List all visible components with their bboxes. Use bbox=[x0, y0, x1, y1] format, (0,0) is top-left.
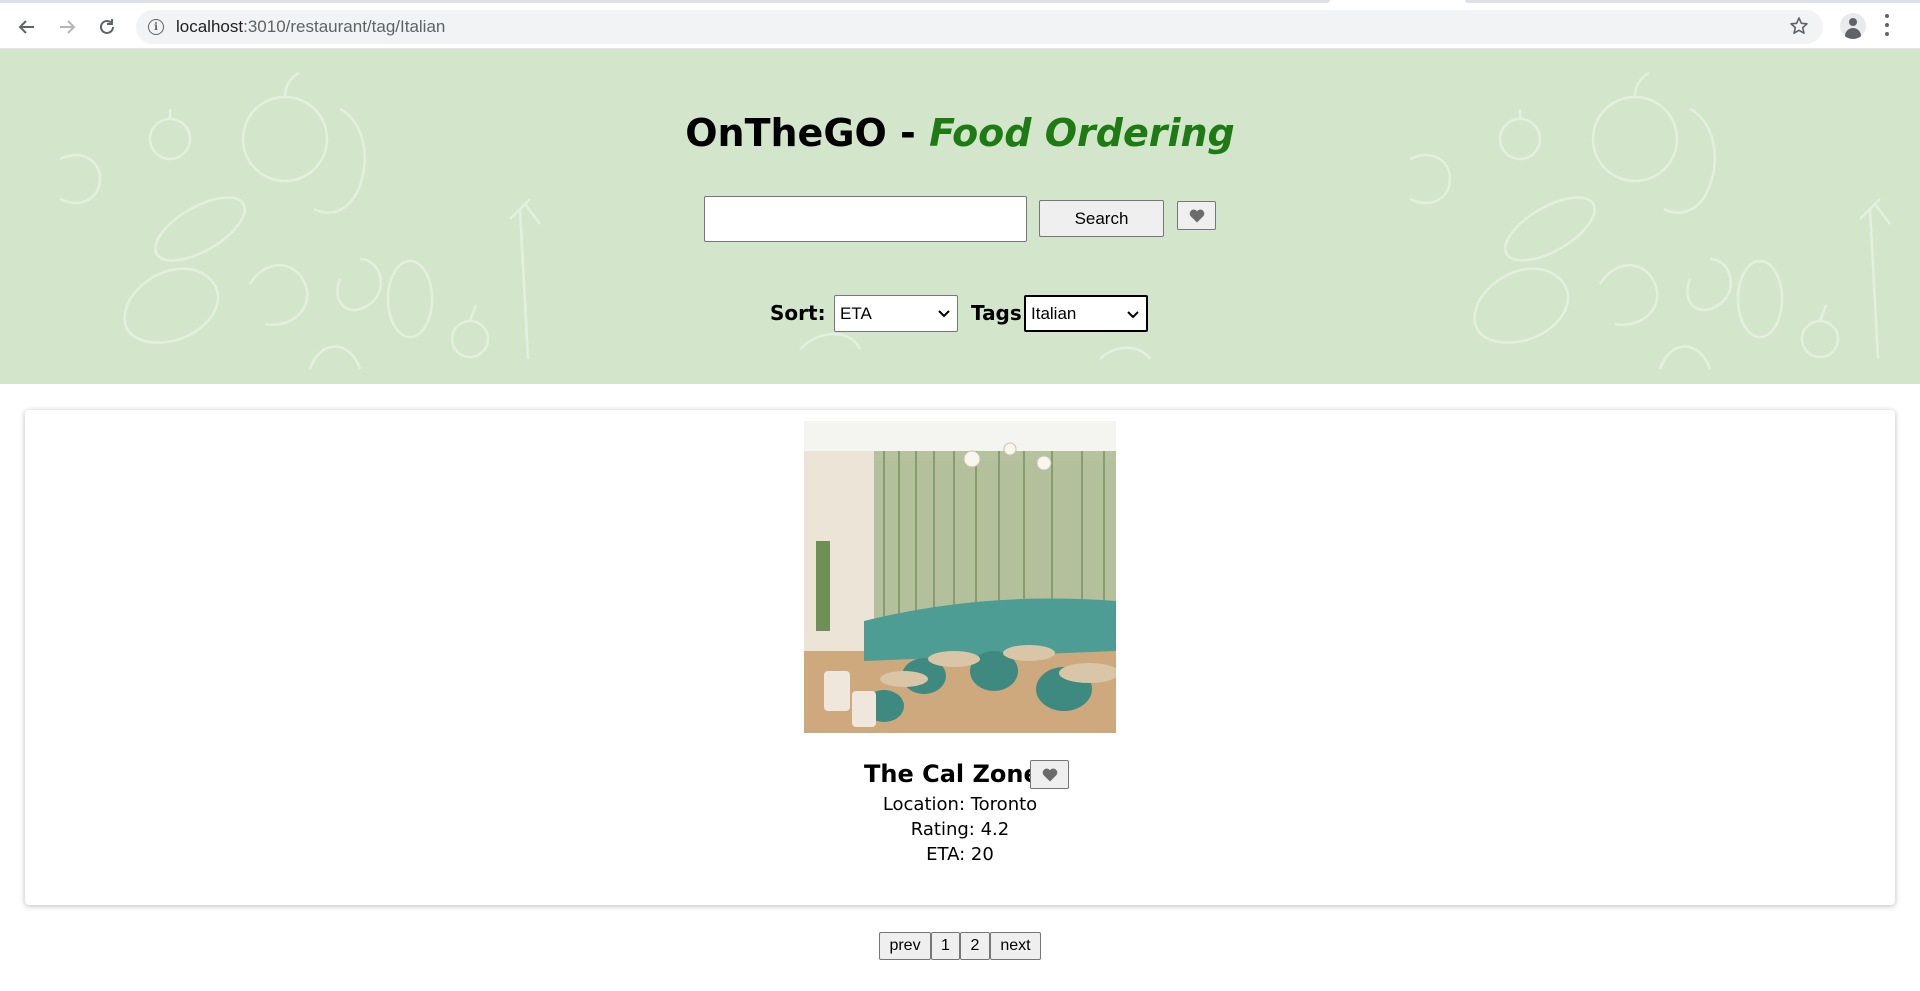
search-input[interactable] bbox=[704, 196, 1027, 242]
tab-strip bbox=[0, 0, 1330, 3]
page-2-button[interactable]: 2 bbox=[960, 932, 990, 960]
heart-icon bbox=[1042, 768, 1057, 781]
prev-page-button[interactable]: prev bbox=[879, 932, 931, 960]
browser-toolbar: i localhost:3010/restaurant/tag/Italian bbox=[0, 0, 1920, 49]
site-header: OnTheGO - Food Ordering Search Sort: ETA… bbox=[0, 49, 1920, 384]
tags-select[interactable]: Italian bbox=[1024, 295, 1148, 332]
restaurant-eta: ETA: 20 bbox=[926, 844, 994, 865]
chevron-down-icon bbox=[938, 310, 950, 318]
star-icon[interactable] bbox=[1789, 16, 1809, 36]
restaurant-location: Location: Toronto bbox=[882, 794, 1038, 815]
tab-strip bbox=[1465, 0, 1920, 3]
forward-button[interactable] bbox=[52, 12, 82, 42]
favorites-button[interactable] bbox=[1177, 201, 1216, 230]
restaurant-rating: Rating: 4.2 bbox=[910, 819, 1010, 840]
restaurant-name[interactable]: The Cal Zone bbox=[864, 760, 1040, 788]
page-1-button[interactable]: 1 bbox=[931, 932, 960, 960]
search-button[interactable]: Search bbox=[1039, 200, 1164, 237]
site-title: OnTheGO - Food Ordering bbox=[685, 111, 1235, 155]
next-page-button[interactable]: next bbox=[990, 932, 1041, 960]
arrow-right-icon bbox=[60, 20, 76, 34]
info-icon[interactable]: i bbox=[148, 19, 164, 35]
kebab-menu-icon[interactable] bbox=[1884, 14, 1890, 36]
address-bar[interactable]: i localhost:3010/restaurant/tag/Italian bbox=[136, 10, 1823, 44]
heart-icon bbox=[1189, 209, 1204, 222]
site-title-accent: Food Ordering bbox=[929, 111, 1235, 155]
url-text: localhost:3010/restaurant/tag/Italian bbox=[176, 17, 446, 36]
restaurant-image[interactable] bbox=[804, 421, 1116, 733]
reload-icon bbox=[100, 19, 114, 34]
sort-label: Sort: bbox=[770, 301, 826, 325]
sort-selected-value: ETA bbox=[840, 303, 872, 323]
arrow-left-icon bbox=[18, 20, 34, 34]
chevron-down-icon bbox=[1127, 311, 1139, 319]
back-button[interactable] bbox=[12, 12, 42, 42]
tags-label: Tags: bbox=[971, 301, 1030, 325]
reload-button[interactable] bbox=[92, 12, 122, 42]
restaurant-card[interactable]: The Cal Zone Location: Toronto Rating: 4… bbox=[25, 410, 1895, 905]
sort-select[interactable]: ETA bbox=[834, 295, 958, 332]
tags-selected-value: Italian bbox=[1031, 303, 1077, 323]
profile-icon[interactable] bbox=[1840, 13, 1866, 39]
restaurant-favorite-button[interactable] bbox=[1030, 760, 1069, 789]
